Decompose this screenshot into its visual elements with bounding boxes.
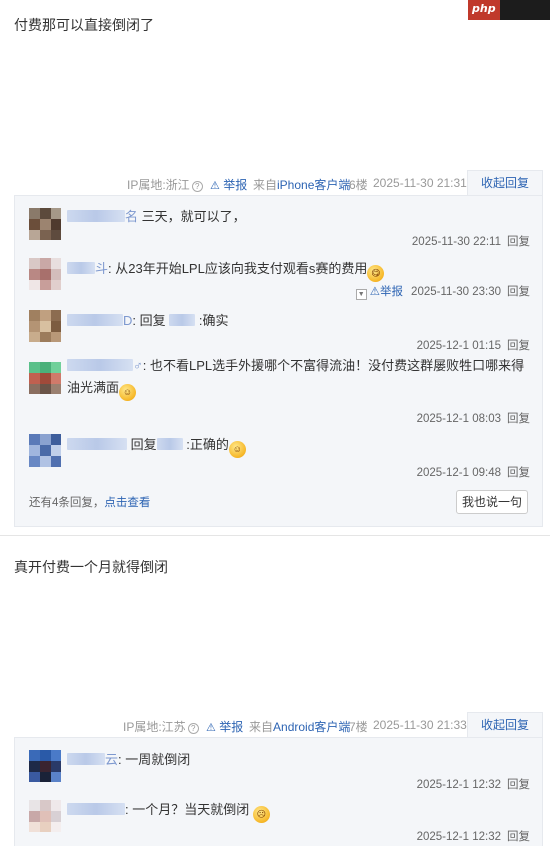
username-link[interactable]	[67, 438, 127, 450]
avatar[interactable]	[29, 434, 61, 470]
report-link[interactable]: ⚠举报	[370, 286, 403, 298]
reply-button[interactable]: 回复	[507, 413, 530, 425]
ip-location: IP属地:江苏?	[123, 718, 199, 735]
reply-box: 名 三天，就可以了， 2025-11-30 22:11 回复 斗: 从23年开始L…	[14, 195, 543, 527]
dropdown-icon[interactable]: ▼	[355, 289, 367, 300]
reply-meta: 2025-12-1 12:32 回复	[416, 831, 530, 843]
reply-text: 回复 :正确的 ☺	[67, 434, 537, 458]
reply-button[interactable]: 回复	[507, 779, 530, 791]
reply-meta: 2025-12-1 12:32 回复	[416, 779, 530, 791]
reply-meta: 2025-11-30 22:11 回复	[411, 236, 530, 248]
help-icon[interactable]: ?	[187, 723, 199, 734]
warning-icon: ⚠	[210, 180, 220, 192]
post-meta: IP属地:浙江? ⚠ 举报 来自iPhone客户端 6楼 2025-11-30 …	[0, 170, 543, 196]
username-link[interactable]	[67, 262, 95, 274]
tongue-emoji-icon: 😋	[367, 265, 385, 282]
post-meta: IP属地:江苏? ⚠ 举报 来自Android客户端 7楼 2025-11-30…	[0, 712, 543, 738]
reply-text: 名 三天，就可以了，	[67, 206, 537, 228]
ip-location: IP属地:浙江?	[127, 176, 203, 193]
reply-meta: 2025-12-1 01:15 回复	[416, 340, 530, 352]
post-time: 2025-11-30 21:33	[373, 718, 467, 732]
client-link[interactable]: iPhone客户端	[277, 178, 350, 192]
avatar[interactable]	[29, 750, 61, 782]
warning-icon: ⚠	[206, 722, 216, 734]
report-link[interactable]: ⚠ 举报	[210, 176, 247, 193]
view-more-link[interactable]: 点击查看	[104, 497, 150, 509]
collapse-replies-button[interactable]: 收起回复	[467, 170, 543, 196]
floor-number: 6楼	[349, 178, 368, 192]
reply-button[interactable]: 回复	[507, 831, 530, 843]
say-something-button[interactable]: 我也说一句	[456, 490, 528, 514]
help-icon[interactable]: ?	[191, 181, 203, 192]
avatar[interactable]	[29, 258, 61, 290]
reply-meta: 2025-12-1 09:48 回复	[416, 467, 530, 479]
reply-button[interactable]: 回复	[507, 286, 530, 298]
client-source: 来自Android客户端	[249, 720, 351, 734]
reply-text: : 一个月？当天就倒闭 ☹	[67, 799, 537, 823]
mentioned-username-link[interactable]	[156, 438, 183, 450]
username-link[interactable]	[67, 359, 133, 371]
post-content: 真开付费一个月就得倒闭	[14, 559, 168, 575]
smile-emoji-icon: ☺	[228, 441, 246, 458]
more-replies: 还有4条回复，点击查看	[29, 497, 151, 509]
username-link[interactable]	[67, 314, 123, 326]
collapse-replies-button[interactable]: 收起回复	[467, 712, 543, 738]
reply-text: 斗: 从23年开始LPL应该向我支付观看s赛的费用 😋	[67, 258, 537, 282]
reply-text: ♂: 也不看LPL选手外援哪个不富得流油！没付费这群屡败牲口哪来得油光满面 ☺	[67, 355, 537, 401]
post-time: 2025-11-30 21:31	[373, 176, 467, 190]
username-link[interactable]	[67, 210, 125, 222]
reply-text: D: 回复 :确实	[67, 310, 537, 332]
reply-button[interactable]: 回复	[507, 340, 530, 352]
reply-text: 云: 一周就倒闭	[67, 749, 537, 771]
reply-meta: 2025-12-1 08:03 回复	[416, 413, 530, 425]
post-content: 付费那可以直接倒闭了	[14, 17, 154, 33]
avatar[interactable]	[29, 362, 61, 394]
reply-button[interactable]: 回复	[507, 236, 530, 248]
client-source: 来自iPhone客户端	[253, 178, 351, 192]
report-link[interactable]: ⚠ 举报	[206, 718, 243, 735]
smile-emoji-icon: ☺	[119, 384, 137, 401]
angry-emoji-icon: ☹	[252, 806, 270, 823]
avatar[interactable]	[29, 310, 61, 342]
site-watermark: php	[468, 0, 550, 20]
username-link[interactable]	[67, 753, 105, 765]
reply-button[interactable]: 回复	[507, 467, 530, 479]
reply-meta: ▼ ⚠举报 2025-11-30 23:30 回复	[355, 283, 530, 300]
floor-number: 7楼	[349, 720, 368, 734]
mentioned-username-link[interactable]	[169, 314, 196, 326]
avatar[interactable]	[29, 208, 61, 240]
client-link[interactable]: Android客户端	[273, 720, 350, 734]
reply-box: 云: 一周就倒闭 2025-12-1 12:32 回复 : 一个月？当天就倒闭 ☹…	[14, 737, 543, 846]
avatar[interactable]	[29, 800, 61, 832]
post-divider	[0, 535, 550, 536]
username-link[interactable]	[67, 803, 125, 815]
